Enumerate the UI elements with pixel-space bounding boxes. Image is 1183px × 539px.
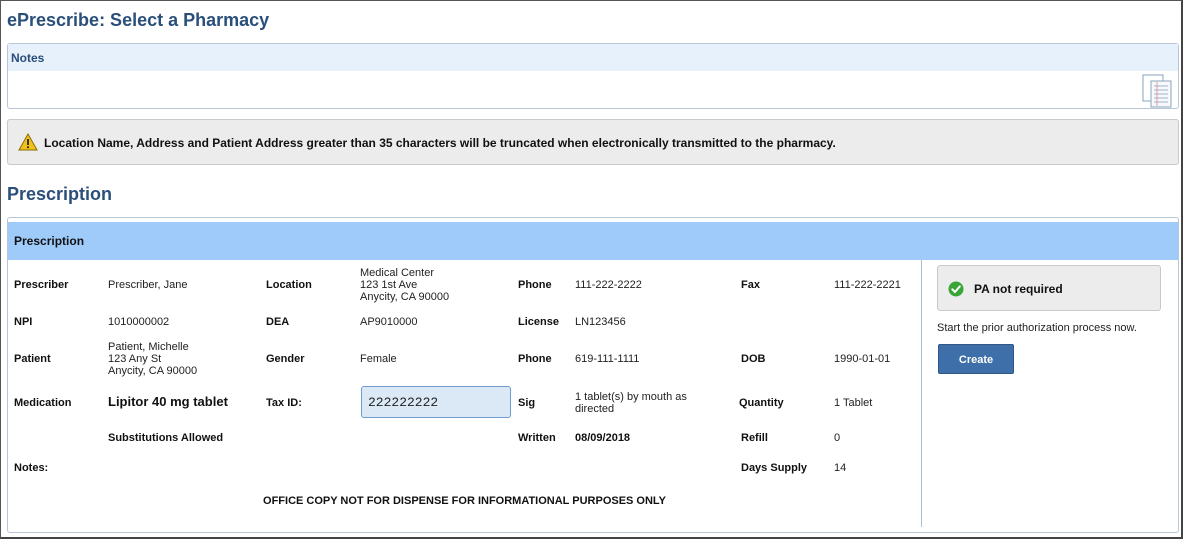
patient-label: Patient [14,353,51,365]
section-title-prescription: Prescription [7,184,113,204]
taxid-label: Tax ID: [266,397,302,409]
location-value: Medical Center 123 1st Ave Anycity, CA 9… [360,267,450,303]
npi-label: NPI [14,316,33,328]
truncation-warning: Location Name, Address and Patient Addre… [7,119,1179,165]
warning-text: Location Name, Address and Patient Addre… [44,136,836,150]
check-circle-icon [948,281,964,297]
fax-value: 111-222-2221 [834,279,901,291]
refill-label: Refill [741,432,768,444]
dob-label: DOB [741,353,766,365]
days-supply-value: 14 [834,462,847,474]
patient-value: Patient, Michelle 123 Any St Anycity, CA… [108,341,198,377]
phone-label: Phone [518,279,552,291]
prescriber-label: Prescriber [14,279,69,291]
patient-phone-label: Phone [518,353,552,365]
pa-status-text: PA not required [974,282,1063,296]
dea-label: DEA [266,316,290,328]
sig-label: Sig [518,397,536,409]
sig-value: 1 tablet(s) by mouth as directed [575,391,687,415]
npi-value: 1010000002 [108,316,170,328]
pa-status-box: PA not required [937,265,1161,311]
office-copy-footer: OFFICE COPY NOT FOR DISPENSE FOR INFORMA… [263,495,666,507]
warning-icon [18,133,38,151]
gender-value: Female [360,353,397,365]
prescriber-value: Prescriber, Jane [108,279,188,291]
medication-value: Lipitor 40 mg tablet [108,394,228,409]
patient-phone-value: 619-111-1111 [575,353,640,365]
page-title: ePrescribe: Select a Pharmacy [7,10,270,30]
taxid-input[interactable]: 222222222 [361,386,511,418]
notes-panel: Notes [7,43,1179,109]
prescriber-phone-value: 111-222-2222 [575,279,642,291]
fax-label: Fax [741,279,760,291]
dea-value: AP9010000 [360,316,418,328]
panel-divider [921,260,922,527]
license-value: LN123456 [575,316,626,328]
prescription-panel: Prescription Prescriber Prescriber, Jane… [7,217,1179,533]
location-label: Location [266,279,312,291]
create-pa-button[interactable]: Create [938,344,1014,374]
dob-value: 1990-01-01 [834,353,891,365]
quantity-value: 1 Tablet [834,397,873,409]
prescription-panel-header: Prescription [8,222,1178,260]
gender-label: Gender [266,353,305,365]
notes-header: Notes [8,44,1178,71]
days-supply-label: Days Supply [741,462,808,474]
rx-notes-label: Notes: [14,462,49,474]
pa-note-text: Start the prior authorization process no… [937,322,1137,334]
medication-label: Medication [14,397,72,409]
license-label: License [518,316,559,328]
substitutions-allowed: Substitutions Allowed [108,432,224,444]
written-label: Written [518,432,556,444]
notes-document-icon[interactable] [1142,74,1172,108]
quantity-label: Quantity [739,397,784,409]
refill-value: 0 [834,432,841,444]
written-value: 08/09/2018 [575,432,631,444]
